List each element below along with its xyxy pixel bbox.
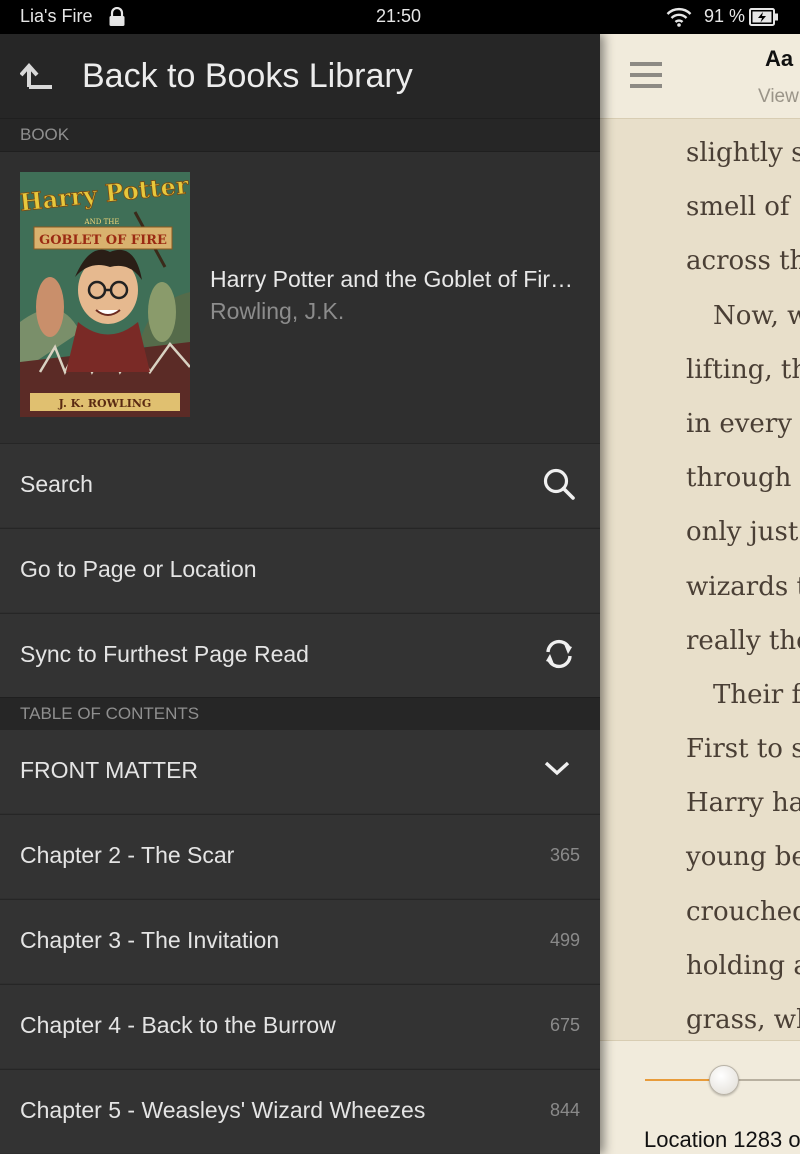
text-line: First to s	[686, 734, 800, 765]
toc-item-label: FRONT MATTER	[20, 757, 199, 783]
current-book[interactable]: Harry Potter AND THE GOBLET OF FIRE J. K…	[0, 152, 600, 442]
section-header-book: BOOK	[0, 118, 600, 152]
text-line: slightly sm	[686, 138, 800, 168]
toc-item-chapter-4[interactable]: Chapter 4 - Back to the Burrow 675	[0, 984, 600, 1068]
sync-icon	[542, 637, 576, 676]
wifi-icon	[666, 7, 692, 32]
section-header-toc: TABLE OF CONTENTS	[0, 697, 600, 731]
reader-toolbar: Aa View	[600, 34, 800, 119]
font-settings-button[interactable]: Aa	[765, 46, 793, 72]
text-line: only just	[686, 517, 799, 548]
text-line: young be	[686, 842, 800, 873]
toc-item-label: Chapter 5 - Weasleys' Wizard Wheezes	[20, 1097, 426, 1123]
cover-author: J. K. ROWLING	[58, 397, 152, 410]
toc-item-label: Chapter 4 - Back to the Burrow	[20, 1012, 336, 1038]
book-title: Harry Potter and the Goblet of Fir…	[210, 266, 574, 292]
sync-label: Sync to Furthest Page Read	[20, 641, 309, 667]
toc-item-front-matter[interactable]: FRONT MATTER	[0, 729, 600, 813]
text-line: Now, w	[713, 300, 800, 331]
view-button[interactable]: View	[758, 86, 799, 108]
search-button[interactable]: Search	[0, 443, 600, 527]
text-line: wizards t	[686, 571, 800, 602]
toc-item-label: Chapter 2 - The Scar	[20, 842, 235, 868]
status-bar: Lia's Fire 21:50 91 %	[0, 0, 800, 34]
search-icon	[542, 467, 576, 506]
text-line: Their f	[713, 679, 800, 710]
clock: 21:50	[376, 6, 422, 26]
cover-title-line3: GOBLET OF FIRE	[39, 233, 167, 248]
toc-item-chapter-3[interactable]: Chapter 3 - The Invitation 499	[0, 899, 600, 983]
book-author: Rowling, J.K.	[210, 298, 345, 324]
battery-charging-icon	[749, 8, 779, 31]
battery-percent: 91 %	[704, 6, 746, 26]
text-line: across the	[686, 246, 800, 277]
toc-item-chapter-5[interactable]: Chapter 5 - Weasleys' Wizard Wheezes 844	[0, 1069, 600, 1153]
book-cover: Harry Potter AND THE GOBLET OF FIRE J. K…	[20, 172, 190, 417]
navigation-drawer: Back to Books Library BOOK Harry Potter …	[0, 34, 600, 1154]
text-line: Harry ha	[686, 788, 800, 819]
location-label: Location 1283 o	[644, 1127, 800, 1152]
reader-footer: Location 1283 o	[600, 1040, 800, 1154]
text-line: smell of	[686, 192, 790, 223]
text-line: crouched	[686, 896, 800, 927]
cover-title-line2: AND THE	[84, 218, 120, 226]
reader-page[interactable]: Aa View slightly sm smell of across the Now…	[600, 34, 800, 1154]
go-to-page-button[interactable]: Go to Page or Location	[0, 528, 600, 612]
toc-item-label: Chapter 3 - The Invitation	[20, 927, 280, 953]
toc-item-location: 365	[549, 845, 580, 865]
back-to-library-button[interactable]: Back to Books Library	[0, 34, 600, 119]
text-line: in every	[686, 408, 792, 439]
text-line: lifting, the	[686, 354, 800, 385]
go-to-page-label: Go to Page or Location	[20, 556, 257, 582]
toc-item-location: 675	[549, 1015, 580, 1035]
toc-item-location: 499	[549, 930, 580, 950]
device-name: Lia's Fire	[20, 6, 93, 26]
back-label: Back to Books Library	[82, 57, 413, 95]
search-label: Search	[20, 471, 93, 497]
lock-icon	[108, 6, 126, 32]
text-line: really tho	[686, 625, 800, 656]
toc-item-location: 844	[549, 1100, 580, 1120]
toc-item-chapter-2[interactable]: Chapter 2 - The Scar 365	[0, 814, 600, 898]
chevron-down-icon[interactable]	[542, 758, 572, 783]
text-line: through t	[686, 463, 800, 494]
text-line: holding a	[686, 950, 800, 981]
menu-icon[interactable]	[630, 62, 662, 93]
sync-furthest-page-button[interactable]: Sync to Furthest Page Read	[0, 613, 600, 697]
progress-slider-thumb[interactable]	[709, 1065, 739, 1095]
book-text: slightly sm smell of across the Now, w lifti…	[686, 126, 800, 1047]
back-arrow-icon	[19, 58, 54, 97]
